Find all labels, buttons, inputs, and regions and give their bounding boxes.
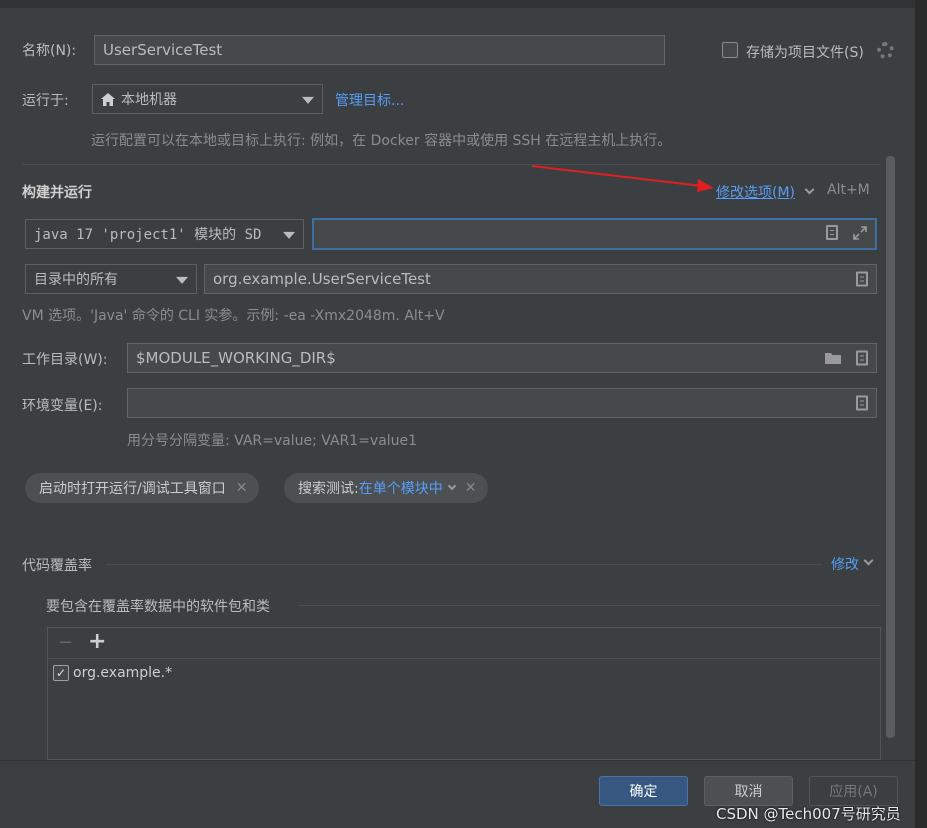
coverage-modify-link[interactable]: 修改 [831, 554, 859, 574]
coverage-divider [106, 564, 822, 565]
apply-button[interactable]: 应用(A) [809, 776, 898, 806]
jdk-combo-value: java 17 'project1' 模块的 SD [34, 227, 262, 243]
scope-combo[interactable]: 目录中的所有 [25, 264, 197, 294]
env-field[interactable] [127, 388, 877, 418]
env-label: 环境变量(E): [22, 398, 103, 414]
add-button[interactable]: + [88, 629, 106, 654]
class-value: org.example.UserServiceTest [213, 270, 431, 288]
coverage-toolbar: − + [48, 628, 880, 659]
document-icon[interactable] [856, 395, 868, 411]
top-strip [0, 0, 927, 8]
folder-icon[interactable] [824, 351, 842, 365]
annotation-arrow [531, 165, 714, 192]
chevron-down-icon[interactable] [447, 481, 456, 491]
working-dir-label: 工作目录(W): [22, 352, 108, 368]
section-divider [22, 164, 880, 165]
document-icon[interactable] [856, 271, 868, 287]
build-run-title: 构建并运行 [22, 185, 92, 201]
chevron-down-icon [302, 96, 314, 104]
vm-options-field[interactable] [312, 218, 877, 250]
coverage-item-checkbox[interactable]: ✓ [53, 665, 69, 681]
watermark: CSDN @Tech007号研究员 [716, 805, 901, 823]
vm-options-hint: VM 选项。'Java' 命令的 CLI 实参。示例: -ea -Xmx2048… [22, 308, 445, 324]
coverage-packages-list: − + ✓ org.example.* [47, 627, 881, 760]
run-on-hint: 运行配置可以在本地或目标上执行: 例如，在 Docker 容器中或使用 SSH … [91, 133, 672, 149]
remove-button[interactable]: − [58, 632, 73, 653]
chip-open-tool-window[interactable]: 启动时打开运行/调试工具窗口 ✕ [25, 473, 260, 503]
home-icon [101, 92, 115, 106]
document-icon[interactable] [826, 225, 838, 240]
chip-search-label: 搜索测试: [298, 481, 359, 497]
chevron-down-icon[interactable] [863, 555, 874, 566]
gear-icon[interactable] [877, 42, 894, 59]
scope-combo-value: 目录中的所有 [34, 272, 118, 288]
env-hint: 用分号分隔变量: VAR=value; VAR1=value1 [127, 433, 418, 449]
jdk-combo[interactable]: java 17 'project1' 模块的 SD [25, 219, 304, 249]
chevron-down-icon [176, 276, 188, 284]
chevron-down-icon[interactable] [804, 184, 815, 195]
document-icon[interactable] [856, 350, 868, 366]
vertical-scrollbar[interactable] [886, 156, 895, 738]
chip-search-value[interactable]: 在单个模块中 [359, 478, 443, 498]
name-label: 名称(N): [22, 43, 77, 59]
run-on-value: 本地机器 [121, 92, 177, 108]
chevron-down-icon [283, 231, 295, 239]
class-field[interactable]: org.example.UserServiceTest [204, 264, 877, 294]
coverage-packages-title: 要包含在覆盖率数据中的软件包和类 [46, 599, 270, 615]
run-on-combo[interactable]: 本地机器 [92, 84, 323, 114]
background-window-edge [915, 0, 927, 828]
cancel-button[interactable]: 取消 [704, 776, 793, 806]
store-as-project-label: 存储为项目文件(S) [746, 45, 864, 61]
store-as-project-checkbox[interactable] [722, 42, 738, 58]
name-field[interactable]: UserServiceTest [94, 35, 665, 65]
ok-button[interactable]: 确定 [599, 776, 688, 806]
modify-options-shortcut: Alt+M [827, 182, 870, 198]
chip-search-tests[interactable]: 搜索测试: 在单个模块中 ✕ [284, 473, 489, 503]
working-dir-value: $MODULE_WORKING_DIR$ [136, 349, 336, 367]
close-icon[interactable]: ✕ [236, 480, 248, 496]
working-dir-field[interactable]: $MODULE_WORKING_DIR$ [127, 343, 877, 373]
coverage-item-label: org.example.* [73, 665, 173, 681]
chip-open-tool-window-label: 启动时打开运行/调试工具窗口 [39, 481, 226, 497]
modify-options-link[interactable]: 修改选项(M) [716, 182, 795, 202]
run-on-label: 运行于: [22, 93, 69, 109]
close-icon[interactable]: ✕ [465, 480, 477, 496]
list-item[interactable]: ✓ org.example.* [53, 665, 172, 681]
coverage-packages-divider [298, 605, 880, 606]
manage-targets-link[interactable]: 管理目标... [335, 90, 404, 110]
coverage-title: 代码覆盖率 [22, 558, 92, 574]
expand-icon[interactable] [852, 225, 868, 241]
